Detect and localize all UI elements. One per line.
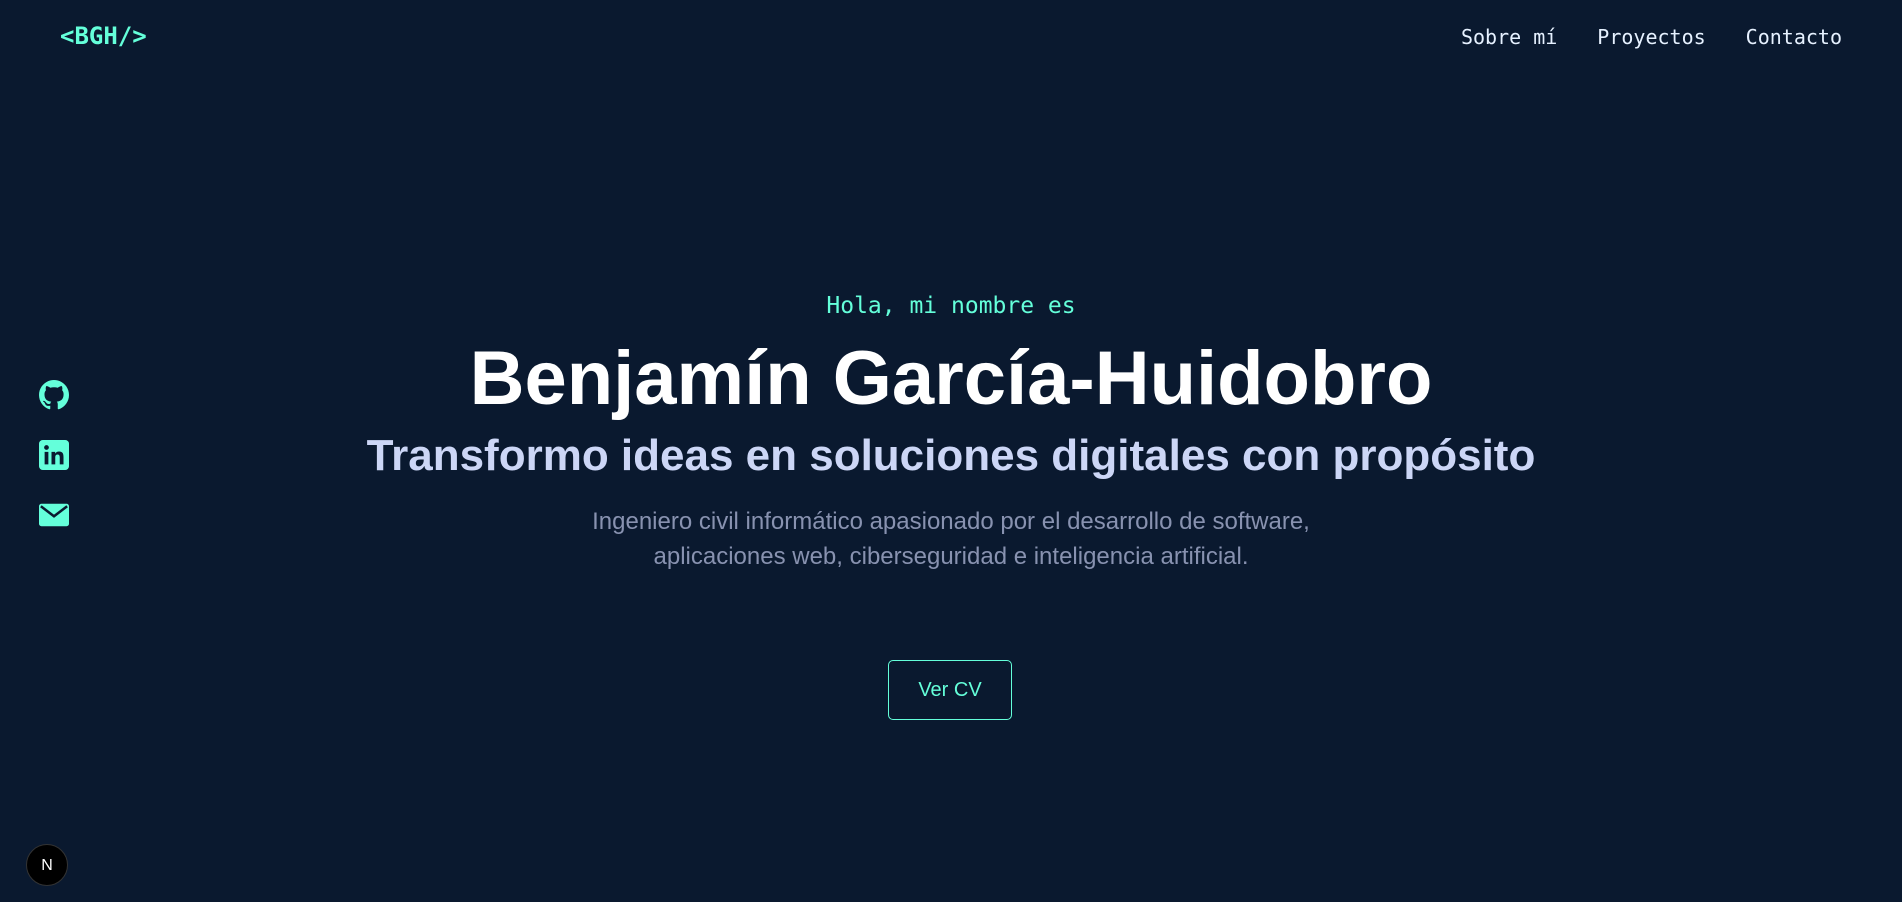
hero-description-line-2: aplicaciones web, ciberseguridad e intel… [653, 543, 1249, 570]
nav-link-proyectos[interactable]: Proyectos [1597, 25, 1705, 49]
site-logo[interactable]: <BGH/> [60, 22, 147, 50]
hero-name: Benjamín García-Huidobro [469, 336, 1433, 421]
nextjs-logo-icon: N [41, 857, 53, 874]
hero-section: Hola, mi nombre es Benjamín García-Huido… [0, 292, 1902, 574]
nav-link-sobre-mi[interactable]: Sobre mí [1461, 25, 1557, 49]
hero-tagline: Transformo ideas en soluciones digitales… [366, 431, 1536, 480]
nextjs-letter: N [41, 857, 53, 874]
hero-description-line-1: Ingeniero civil informático apasionado p… [592, 508, 1310, 535]
nav-link-contacto[interactable]: Contacto [1746, 25, 1842, 49]
view-cv-button[interactable]: Ver CV [888, 660, 1012, 720]
main-nav: Sobre mí Proyectos Contacto [1461, 25, 1842, 49]
hero-description: Ingeniero civil informático apasionado p… [0, 504, 1902, 574]
greeting-text: Hola, mi nombre es [826, 293, 1076, 319]
nextjs-badge[interactable]: N [26, 844, 68, 886]
